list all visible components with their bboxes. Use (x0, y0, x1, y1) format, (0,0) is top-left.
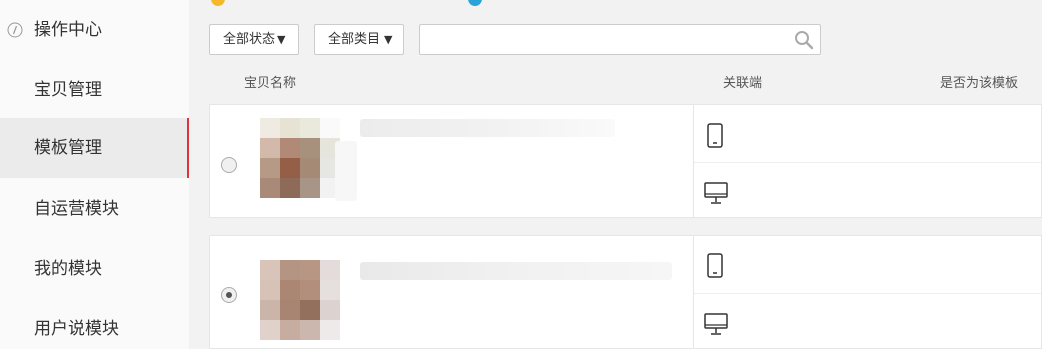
table-row (209, 104, 1042, 218)
column-header-linked-device: 关联端 (723, 76, 763, 91)
search-box (419, 24, 821, 55)
product-title-blurred (360, 119, 615, 137)
status-dot-yellow-icon (211, 0, 225, 6)
status-filter-dropdown[interactable]: 全部状态 ▼ (209, 24, 299, 55)
column-header-is-template: 是否为该模板 (940, 76, 1019, 91)
desktop-icon (704, 313, 728, 335)
sidebar-item-template-management[interactable]: 模板管理 (0, 118, 189, 178)
column-divider (693, 236, 694, 348)
mobile-icon (707, 123, 723, 148)
sidebar-item-label: 用户说模块 (34, 319, 119, 339)
row-divider (694, 293, 1041, 294)
sidebar-item-self-operated-modules[interactable]: 自运营模块 (0, 179, 189, 239)
info-icon (7, 22, 23, 38)
product-thumbnail (260, 260, 340, 340)
row-divider (694, 162, 1041, 163)
sidebar-item-operation-center[interactable]: 操作中心 (0, 0, 189, 60)
product-title-blurred (360, 262, 672, 280)
status-filter-label: 全部状态 (223, 32, 276, 47)
product-subtitle-blurred (335, 141, 357, 201)
mobile-icon (707, 253, 723, 278)
row-select-radio[interactable] (221, 157, 237, 173)
search-icon[interactable] (794, 30, 814, 50)
status-dot-blue-icon (468, 0, 482, 6)
category-filter-dropdown[interactable]: 全部类目 ▼ (314, 24, 404, 55)
sidebar-item-label: 我的模块 (34, 259, 102, 279)
sidebar-item-product-management[interactable]: 宝贝管理 (0, 60, 189, 120)
sidebar-item-label: 模板管理 (34, 138, 102, 158)
column-header-product-name: 宝贝名称 (244, 76, 297, 91)
desktop-icon (704, 182, 728, 204)
sidebar-item-user-review-modules[interactable]: 用户说模块 (0, 299, 189, 349)
sidebar-item-label: 自运营模块 (34, 199, 119, 219)
caret-down-icon: ▼ (277, 33, 286, 46)
sidebar-item-label: 宝贝管理 (34, 80, 102, 100)
product-thumbnail (260, 118, 340, 198)
row-select-radio[interactable] (221, 287, 237, 303)
column-divider (693, 105, 694, 217)
sidebar-item-my-modules[interactable]: 我的模块 (0, 239, 189, 299)
category-filter-label: 全部类目 (328, 32, 381, 47)
sidebar: 操作中心 宝贝管理 模板管理 自运营模块 我的模块 用户说模块 (0, 0, 189, 349)
search-input[interactable] (420, 25, 790, 54)
caret-down-icon: ▼ (384, 33, 393, 46)
table-row (209, 235, 1042, 349)
sidebar-item-label: 操作中心 (34, 20, 102, 40)
